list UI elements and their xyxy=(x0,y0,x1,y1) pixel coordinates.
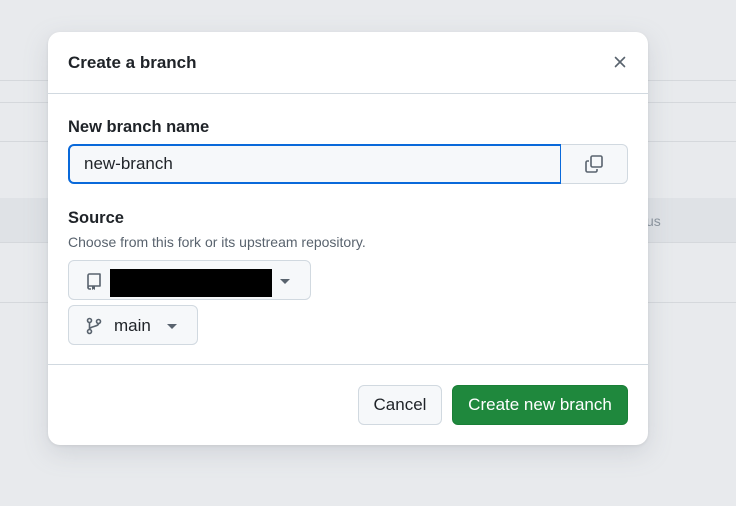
source-hint: Choose from this fork or its upstream re… xyxy=(68,234,366,250)
create-branch-dialog: Create a branch New branch name Source C… xyxy=(48,32,648,445)
branch-select-label: main xyxy=(114,316,151,335)
background-text: us xyxy=(646,213,661,229)
chevron-down-icon xyxy=(280,279,290,284)
copy-icon xyxy=(585,155,603,173)
branch-name-label: New branch name xyxy=(68,118,210,136)
branch-name-input[interactable] xyxy=(68,144,562,184)
close-button[interactable] xyxy=(606,48,634,76)
dialog-title: Create a branch xyxy=(68,53,197,72)
copy-button[interactable] xyxy=(561,144,628,184)
close-icon xyxy=(614,56,626,68)
create-branch-button[interactable]: Create new branch xyxy=(452,385,628,425)
footer-divider xyxy=(48,364,648,365)
cancel-button[interactable]: Cancel xyxy=(358,385,442,425)
chevron-down-icon xyxy=(167,324,177,329)
dialog-header: Create a branch xyxy=(48,32,648,94)
redacted-repository-name xyxy=(110,269,272,297)
branch-select[interactable]: main xyxy=(68,305,198,345)
source-label: Source xyxy=(68,209,124,227)
repo-icon xyxy=(87,273,101,290)
git-branch-icon xyxy=(86,317,102,335)
repository-select[interactable] xyxy=(68,260,311,300)
